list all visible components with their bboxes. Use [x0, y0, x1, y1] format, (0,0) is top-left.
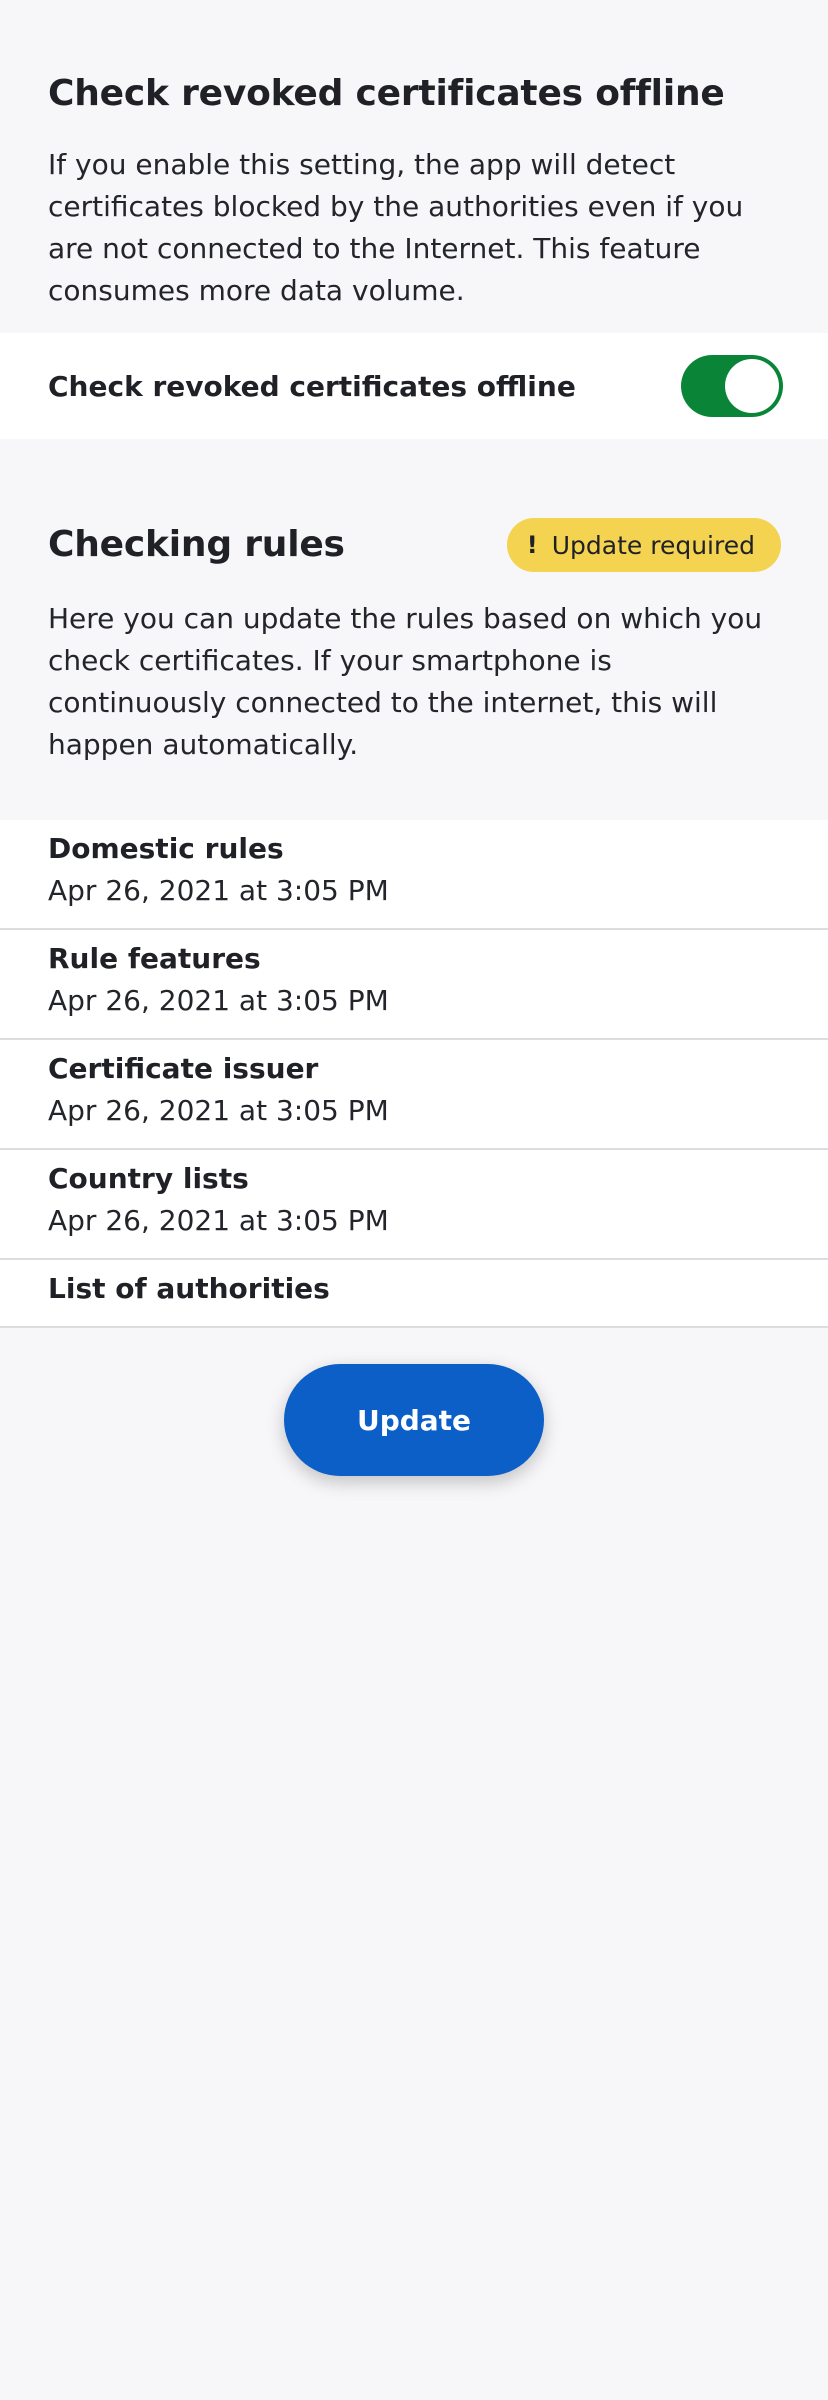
exclamation-icon: !: [526, 531, 538, 559]
offline-check-toggle-label: Check revoked certificates offline: [48, 369, 576, 403]
list-item: Certificate issuer Apr 26, 2021 at 3:05 …: [0, 1040, 828, 1150]
offline-section-title: Check revoked certificates offline: [48, 73, 725, 114]
rule-item-title: Certificate issuer: [48, 1052, 319, 1085]
list-item: Domestic rules Apr 26, 2021 at 3:05 PM: [0, 820, 828, 930]
update-required-badge: ! Update required: [506, 518, 781, 572]
rules-section-title: Checking rules: [48, 524, 345, 565]
rule-item-date: Apr 26, 2021 at 3:05 PM: [48, 1204, 389, 1237]
list-item: Rule features Apr 26, 2021 at 3:05 PM: [0, 930, 828, 1040]
rule-item-date: Apr 26, 2021 at 3:05 PM: [48, 874, 389, 907]
offline-check-toggle[interactable]: [681, 355, 783, 417]
rules-section-header: Checking rules ! Update required Here yo…: [48, 518, 781, 766]
offline-check-setting-row[interactable]: Check revoked certificates offline: [0, 333, 828, 439]
rules-section-description: Here you can update the rules based on w…: [48, 602, 763, 761]
offline-section-description: If you enable this setting, the app will…: [48, 148, 744, 307]
list-item: Country lists Apr 26, 2021 at 3:05 PM: [0, 1150, 828, 1260]
rule-item-date: Apr 26, 2021 at 3:05 PM: [48, 984, 389, 1017]
badge-label: Update required: [551, 530, 755, 560]
update-button[interactable]: Update: [284, 1364, 544, 1476]
list-item: List of authorities: [0, 1260, 828, 1328]
toggle-knob: [725, 359, 779, 413]
offline-section-header: Check revoked certificates offline If yo…: [0, 0, 828, 312]
rule-item-title: List of authorities: [48, 1272, 330, 1305]
rule-item-date: Apr 26, 2021 at 3:05 PM: [48, 1094, 389, 1127]
rules-list: Domestic rules Apr 26, 2021 at 3:05 PM R…: [0, 820, 828, 1328]
rule-item-title: Domestic rules: [48, 832, 284, 865]
settings-page: Check revoked certificates offline If yo…: [0, 0, 828, 2400]
rule-item-title: Country lists: [48, 1162, 249, 1195]
rule-item-title: Rule features: [48, 942, 261, 975]
